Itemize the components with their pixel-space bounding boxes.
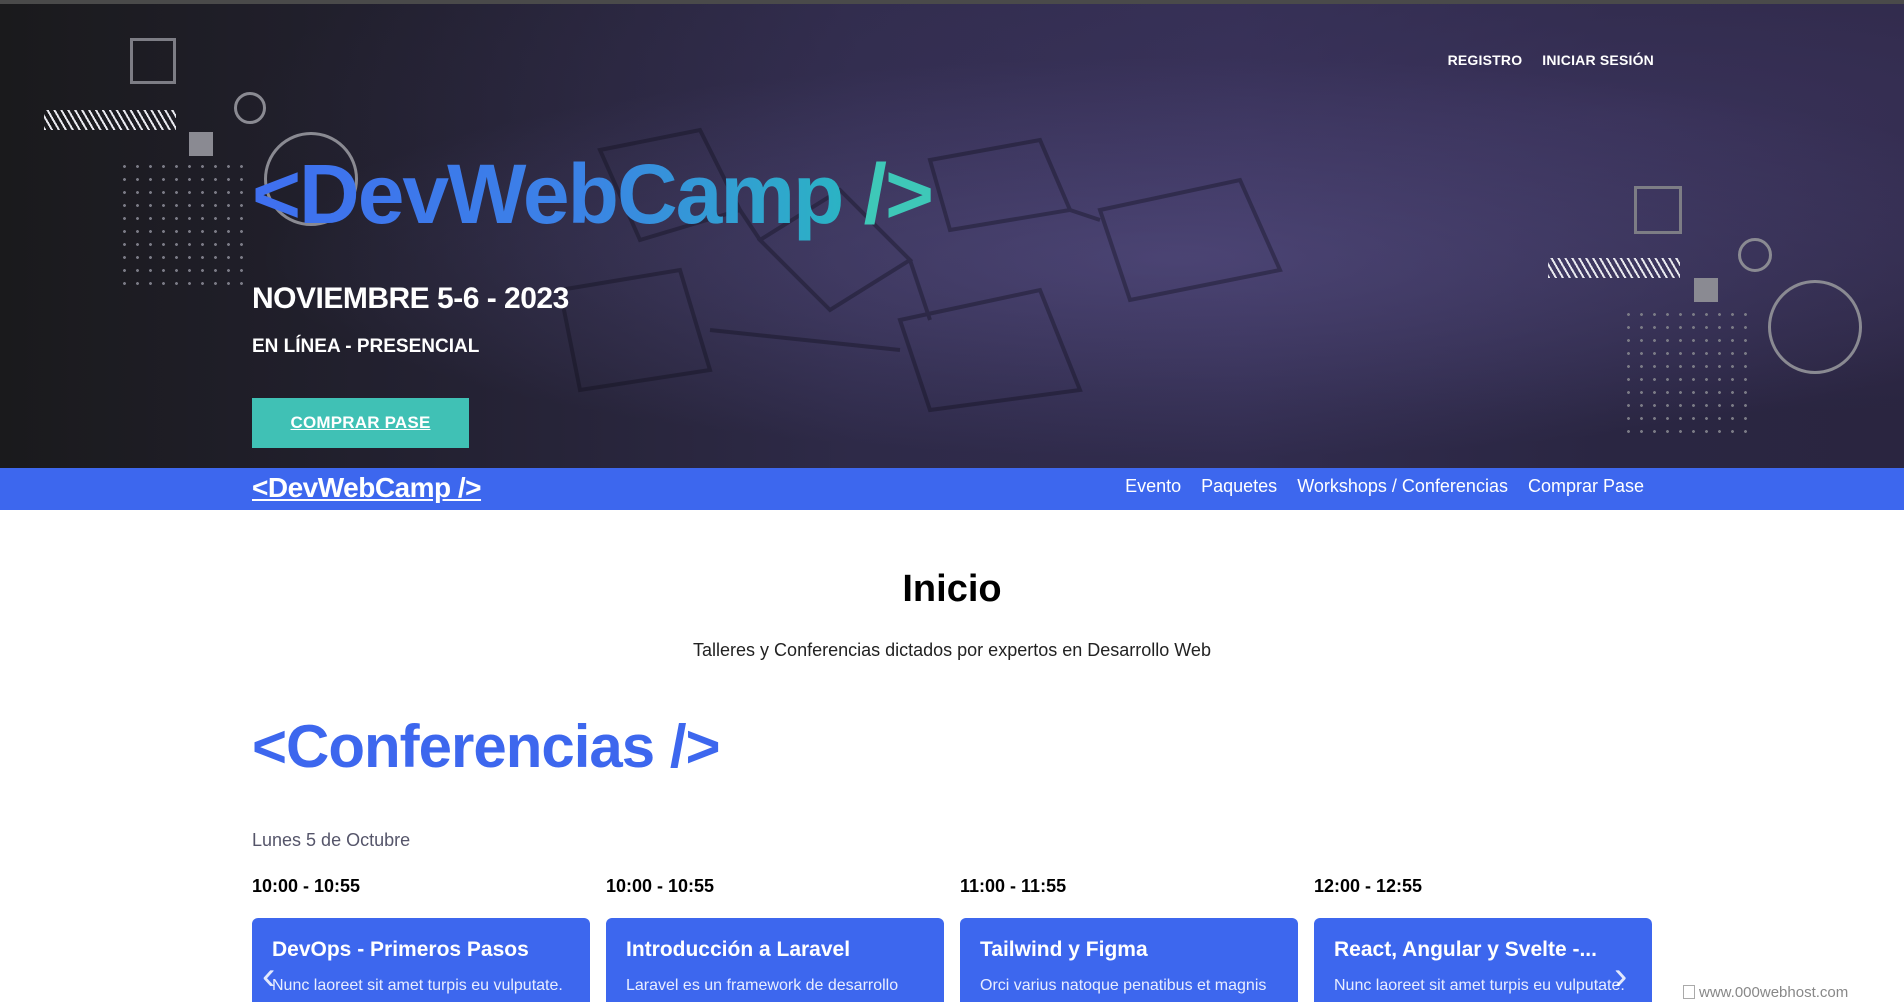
hero-header: REGISTRO INICIAR SESIÓN <DevWebCamp /> N… bbox=[0, 0, 1904, 468]
event-item: 10:00 - 10:55 DevOps - Primeros Pasos Nu… bbox=[252, 876, 590, 1002]
nav-link-comprar-pase[interactable]: Comprar Pase bbox=[1528, 476, 1644, 497]
circle-decoration bbox=[1738, 238, 1772, 272]
auth-navigation: REGISTRO INICIAR SESIÓN bbox=[1448, 52, 1654, 68]
dots-decoration bbox=[118, 160, 248, 290]
register-link[interactable]: REGISTRO bbox=[1448, 52, 1523, 68]
event-description: Nunc laoreet sit amet turpis eu vulputat… bbox=[272, 977, 563, 994]
event-name: DevOps - Primeros Pasos bbox=[272, 938, 529, 961]
section-title: <Conferencias /> bbox=[252, 713, 721, 780]
dots-decoration bbox=[1622, 308, 1752, 438]
hatch-decoration bbox=[44, 110, 176, 130]
nav-link-paquetes[interactable]: Paquetes bbox=[1201, 476, 1277, 497]
top-divider bbox=[0, 0, 1904, 4]
square-fill-decoration bbox=[1694, 278, 1718, 302]
broken-image-icon bbox=[1683, 985, 1695, 999]
event-card[interactable]: React, Angular y Svelte -... Nunc laoree… bbox=[1314, 918, 1652, 1002]
events-slider[interactable]: 10:00 - 10:55 DevOps - Primeros Pasos Nu… bbox=[252, 876, 1652, 1002]
square-outline-decoration bbox=[1634, 186, 1682, 234]
event-item: 11:00 - 11:55 Tailwind y Figma Orci vari… bbox=[960, 876, 1298, 1002]
host-badge-text: www.000webhost.com bbox=[1699, 983, 1849, 1001]
main-navigation: Evento Paquetes Workshops / Conferencias… bbox=[1125, 476, 1644, 497]
login-link[interactable]: INICIAR SESIÓN bbox=[1542, 52, 1654, 68]
event-time: 10:00 - 10:55 bbox=[606, 876, 715, 896]
event-name: Introducción a Laravel bbox=[626, 938, 851, 961]
square-fill-decoration bbox=[189, 132, 213, 156]
event-card[interactable]: Introducción a Laravel Laravel es un fra… bbox=[606, 918, 944, 1002]
event-time: 10:00 - 10:55 bbox=[252, 876, 361, 896]
hero-logo-slash: /> bbox=[863, 147, 934, 241]
chevron-right-icon[interactable]: › bbox=[1614, 954, 1627, 999]
event-item: 12:00 - 12:55 React, Angular y Svelte -.… bbox=[1314, 876, 1652, 1002]
day-label: Lunes 5 de Octubre bbox=[252, 830, 411, 850]
event-date: NOVIEMBRE 5-6 - 2023 bbox=[252, 282, 569, 315]
hero-logo-text: <DevWebCamp bbox=[252, 147, 844, 241]
page-title: Inicio bbox=[902, 568, 1002, 610]
flowchart-sketch-background bbox=[557, 127, 1283, 413]
chevron-left-icon[interactable]: ‹ bbox=[262, 954, 275, 999]
host-badge[interactable]: www.000webhost.com bbox=[1683, 982, 1883, 1002]
circle-large-decoration bbox=[1768, 280, 1862, 374]
navbar-logo[interactable]: <DevWebCamp /> bbox=[252, 472, 482, 504]
event-card[interactable]: Tailwind y Figma Orci varius natoque pen… bbox=[960, 918, 1298, 1002]
event-description: Orci varius natoque penatibus et magnis bbox=[980, 977, 1267, 994]
nav-link-workshops[interactable]: Workshops / Conferencias bbox=[1297, 476, 1508, 497]
hatch-decoration bbox=[1548, 258, 1680, 278]
main-navbar: <DevWebCamp /> Evento Paquetes Workshops… bbox=[0, 468, 1904, 510]
event-description: Nunc laoreet sit amet turpis eu vulputat… bbox=[1334, 977, 1625, 994]
buy-pass-button[interactable]: COMPRAR PASE bbox=[252, 398, 469, 448]
page-subtitle: Talleres y Conferencias dictados por exp… bbox=[693, 640, 1211, 660]
nav-link-evento[interactable]: Evento bbox=[1125, 476, 1181, 497]
hero-logo[interactable]: <DevWebCamp /> bbox=[252, 152, 934, 236]
event-description: Laravel es un framework de desarrollo bbox=[626, 977, 899, 994]
event-item: 10:00 - 10:55 Introducción a Laravel Lar… bbox=[606, 876, 944, 1002]
event-name: Tailwind y Figma bbox=[980, 938, 1148, 961]
circle-decoration bbox=[234, 92, 266, 124]
square-outline-decoration bbox=[130, 38, 176, 84]
event-time: 11:00 - 11:55 bbox=[960, 876, 1067, 896]
event-name: React, Angular y Svelte -... bbox=[1334, 938, 1597, 961]
event-time: 12:00 - 12:55 bbox=[1314, 876, 1423, 896]
event-modality: EN LÍNEA - PRESENCIAL bbox=[252, 336, 480, 357]
event-card[interactable]: DevOps - Primeros Pasos Nunc laoreet sit… bbox=[252, 918, 590, 1002]
